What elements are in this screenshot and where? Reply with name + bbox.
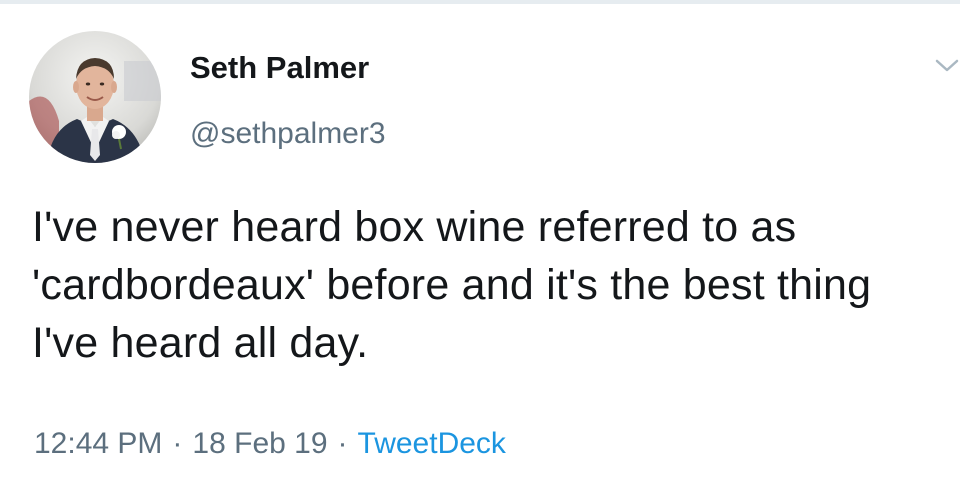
tweet-metadata: 12:44 PM · 18 Feb 19 · TweetDeck: [34, 427, 506, 461]
tweet-time[interactable]: 12:44 PM: [34, 427, 162, 460]
avatar[interactable]: [29, 31, 161, 163]
tweet-date[interactable]: 18 Feb 19: [192, 427, 327, 460]
separator-dot: ·: [337, 427, 348, 460]
display-name[interactable]: Seth Palmer: [190, 50, 369, 86]
tweet-text: I've never heard box wine referred to as…: [32, 203, 872, 367]
user-handle[interactable]: @sethpalmer3: [190, 117, 386, 151]
tweet-card[interactable]: Seth Palmer @sethpalmer3 I've never hear…: [0, 4, 960, 490]
avatar-photo-icon: [29, 31, 161, 163]
tweet-source-link[interactable]: TweetDeck: [358, 427, 506, 460]
chevron-down-icon[interactable]: [934, 56, 960, 76]
separator-dot: ·: [172, 427, 183, 460]
